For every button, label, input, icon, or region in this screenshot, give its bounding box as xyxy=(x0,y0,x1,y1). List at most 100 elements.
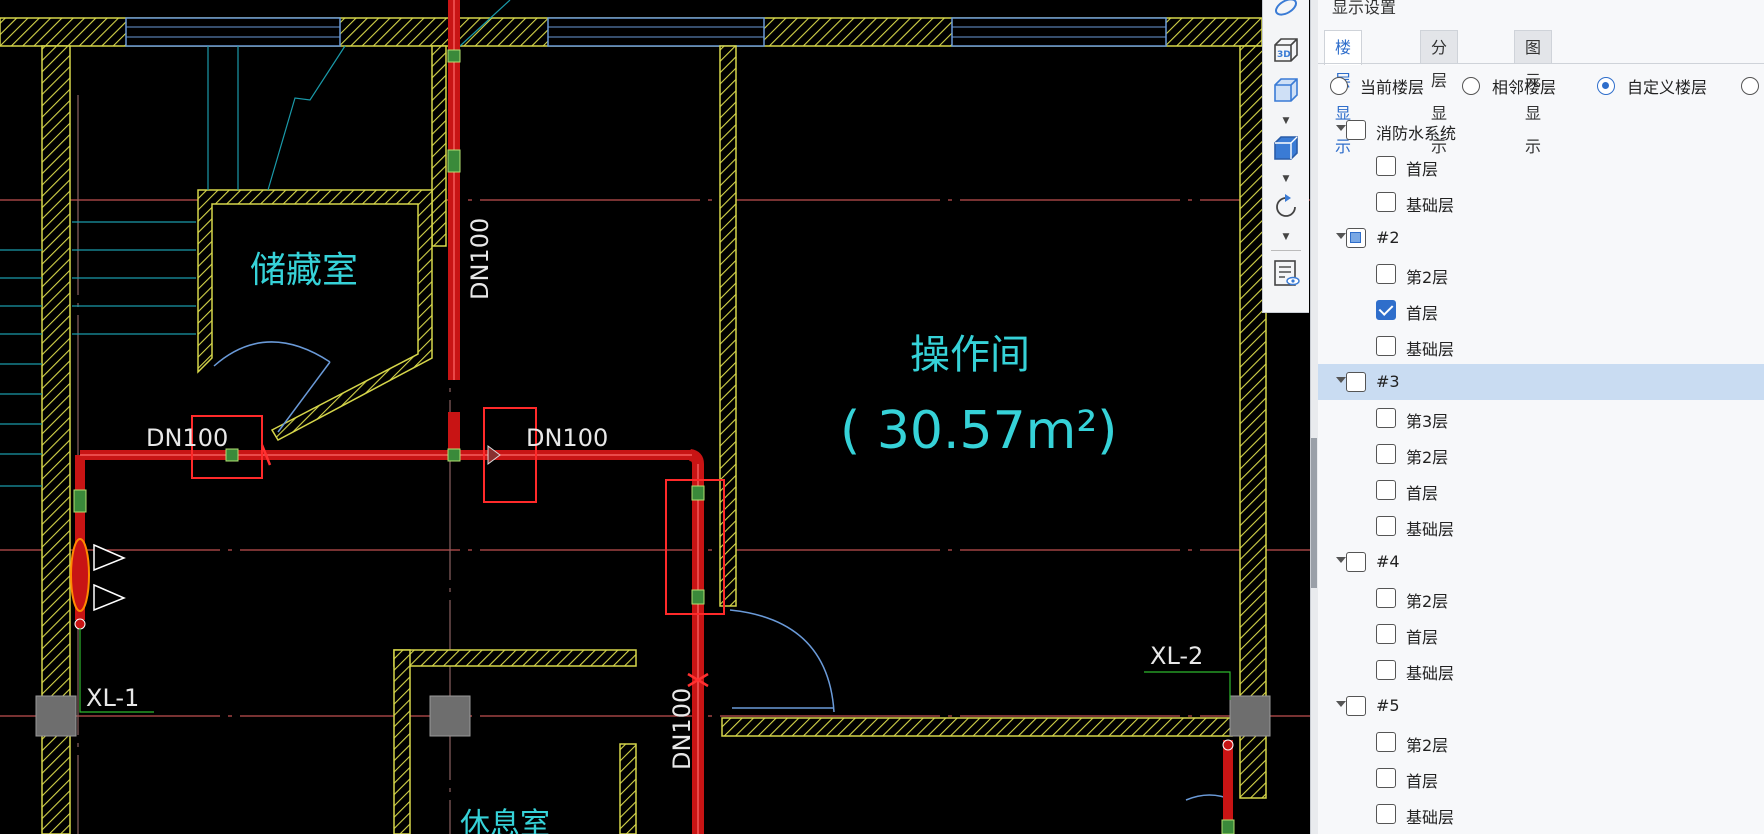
expand-caret-icon[interactable] xyxy=(1336,125,1346,131)
tree-item-label: 基础层 xyxy=(1406,808,1455,827)
tree-floor-row[interactable]: 基础层 xyxy=(1318,652,1764,688)
tree-checkbox[interactable] xyxy=(1376,588,1396,608)
tree-checkbox[interactable] xyxy=(1376,660,1396,680)
tree-checkbox[interactable] xyxy=(1376,732,1396,752)
radio-all-floors[interactable] xyxy=(1741,74,1764,98)
radio-custom-floor[interactable]: 自定义楼层 xyxy=(1597,74,1707,98)
expand-caret-icon[interactable] xyxy=(1336,701,1346,707)
tree-checkbox[interactable] xyxy=(1376,444,1396,464)
tree-checkbox[interactable] xyxy=(1346,552,1366,572)
tree-checkbox[interactable] xyxy=(1346,696,1366,716)
tree-checkbox[interactable] xyxy=(1346,228,1366,248)
radio-button[interactable] xyxy=(1330,77,1348,95)
tree-item-label: #5 xyxy=(1376,696,1400,715)
tree-checkbox[interactable] xyxy=(1346,120,1366,140)
pipe-label-3: DN100 xyxy=(466,218,494,300)
room-label-operation: 操作间 xyxy=(910,332,1030,378)
tree-item-label: 首层 xyxy=(1406,628,1439,647)
tree-floor-row[interactable]: 首层 xyxy=(1318,616,1764,652)
tree-item-label: 基础层 xyxy=(1406,664,1455,683)
tree-group-row[interactable]: #3 xyxy=(1318,364,1764,400)
tree-item-label: 第2层 xyxy=(1406,268,1449,287)
tree-item-label: 首层 xyxy=(1406,484,1439,503)
rotate-dropdown-icon[interactable]: ▼ xyxy=(1279,232,1293,242)
svg-text:3D: 3D xyxy=(1277,50,1291,60)
radio-button[interactable] xyxy=(1462,77,1480,95)
tree-checkbox[interactable] xyxy=(1376,768,1396,788)
tree-floor-row[interactable]: 首层 xyxy=(1318,148,1764,184)
room-label-storage: 储藏室 xyxy=(250,250,358,291)
radio-adjacent-floor[interactable]: 相邻楼层 xyxy=(1462,74,1556,98)
tree-checkbox[interactable] xyxy=(1376,516,1396,536)
cad-drawing-canvas[interactable]: 储藏室 操作间 休息室 ( 30.57m²) DN100 DN100 DN100… xyxy=(0,0,1310,834)
tree-item-label: #3 xyxy=(1376,372,1400,391)
tree-checkbox[interactable] xyxy=(1376,192,1396,212)
tree-floor-row[interactable]: 基础层 xyxy=(1318,508,1764,544)
tree-checkbox[interactable] xyxy=(1376,804,1396,824)
pipe-label-4: DN100 xyxy=(668,688,696,770)
rotate-icon[interactable] xyxy=(1269,190,1303,224)
cube-face-icon[interactable] xyxy=(1269,132,1303,166)
display-settings-icon[interactable] xyxy=(1269,256,1303,290)
radio-current-floor[interactable]: 当前楼层 xyxy=(1330,74,1424,98)
room-label-rest: 休息室 xyxy=(460,807,550,834)
tree-floor-row[interactable]: 首层 xyxy=(1318,760,1764,796)
tree-group-row[interactable]: 消防水系统 xyxy=(1318,112,1764,148)
tree-checkbox[interactable] xyxy=(1376,480,1396,500)
room-area-label: ( 30.57m²) xyxy=(840,401,1117,461)
tree-floor-row[interactable]: 第2层 xyxy=(1318,580,1764,616)
tree-item-label: 基础层 xyxy=(1406,520,1455,539)
tree-item-label: #4 xyxy=(1376,552,1400,571)
tree-floor-row[interactable]: 基础层 xyxy=(1318,796,1764,832)
tab-floor-display[interactable]: 楼层显示 xyxy=(1324,30,1363,156)
tree-floor-row[interactable]: 第2层 xyxy=(1318,436,1764,472)
tree-floor-row[interactable]: 第2层 xyxy=(1318,724,1764,760)
tree-group-row[interactable]: #4 xyxy=(1318,544,1764,580)
tree-floor-row[interactable]: 基础层 xyxy=(1318,184,1764,220)
tree-group-row[interactable]: #2 xyxy=(1318,220,1764,256)
view-toolbar: 3D ▼ ▼ ▼ xyxy=(1262,0,1309,313)
tree-item-label: 第2层 xyxy=(1406,592,1449,611)
tree-item-label: 第2层 xyxy=(1406,736,1449,755)
expand-caret-icon[interactable] xyxy=(1336,233,1346,239)
expand-caret-icon[interactable] xyxy=(1336,377,1346,383)
cube-view-dropdown-icon[interactable]: ▼ xyxy=(1279,116,1293,126)
riser-label-xl1: XL-1 xyxy=(86,684,139,712)
tree-item-label: 基础层 xyxy=(1406,196,1455,215)
tree-checkbox[interactable] xyxy=(1376,264,1396,284)
cube-face-dropdown-icon[interactable]: ▼ xyxy=(1279,174,1293,184)
pipe-label-2: DN100 xyxy=(526,424,608,452)
tree-item-label: 第3层 xyxy=(1406,412,1449,431)
middle-wall xyxy=(719,45,737,607)
tree-item-label: 基础层 xyxy=(1406,340,1455,359)
tree-checkbox[interactable] xyxy=(1376,624,1396,644)
tree-item-label: 消防水系统 xyxy=(1376,124,1457,143)
tree-item-label: 首层 xyxy=(1406,772,1439,791)
tab-element-display[interactable]: 图元显示 xyxy=(1514,30,1553,156)
panel-title: 显示设置 xyxy=(1332,0,1397,17)
tree-checkbox[interactable] xyxy=(1376,408,1396,428)
tree-checkbox[interactable] xyxy=(1376,300,1396,320)
orbit-icon[interactable] xyxy=(1269,0,1303,24)
tree-item-label: 首层 xyxy=(1406,160,1439,179)
radio-button[interactable] xyxy=(1741,77,1759,95)
tree-floor-row[interactable]: 首层 xyxy=(1318,292,1764,328)
pipe-label-1: DN100 xyxy=(146,424,228,452)
tree-checkbox[interactable] xyxy=(1376,336,1396,356)
tree-floor-row[interactable]: 基础层 xyxy=(1318,328,1764,364)
tree-floor-row[interactable]: 首层 xyxy=(1318,472,1764,508)
tab-layer-display[interactable]: 分层显示 xyxy=(1420,30,1459,156)
tree-group-row[interactable]: #5 xyxy=(1318,688,1764,724)
tree-floor-row[interactable]: 第3层 xyxy=(1318,400,1764,436)
expand-caret-icon[interactable] xyxy=(1336,557,1346,563)
tree-item-label: 首层 xyxy=(1406,304,1439,323)
radio-button[interactable] xyxy=(1597,77,1615,95)
3d-view-icon[interactable]: 3D xyxy=(1269,34,1303,68)
cube-view-icon[interactable] xyxy=(1269,74,1303,108)
splitter-handle[interactable] xyxy=(1311,438,1317,588)
tree-floor-row[interactable]: 第2层 xyxy=(1318,256,1764,292)
tree-checkbox[interactable] xyxy=(1346,372,1366,392)
top-windows xyxy=(125,17,1167,47)
tree-checkbox[interactable] xyxy=(1376,156,1396,176)
tree-item-label: 第2层 xyxy=(1406,448,1449,467)
